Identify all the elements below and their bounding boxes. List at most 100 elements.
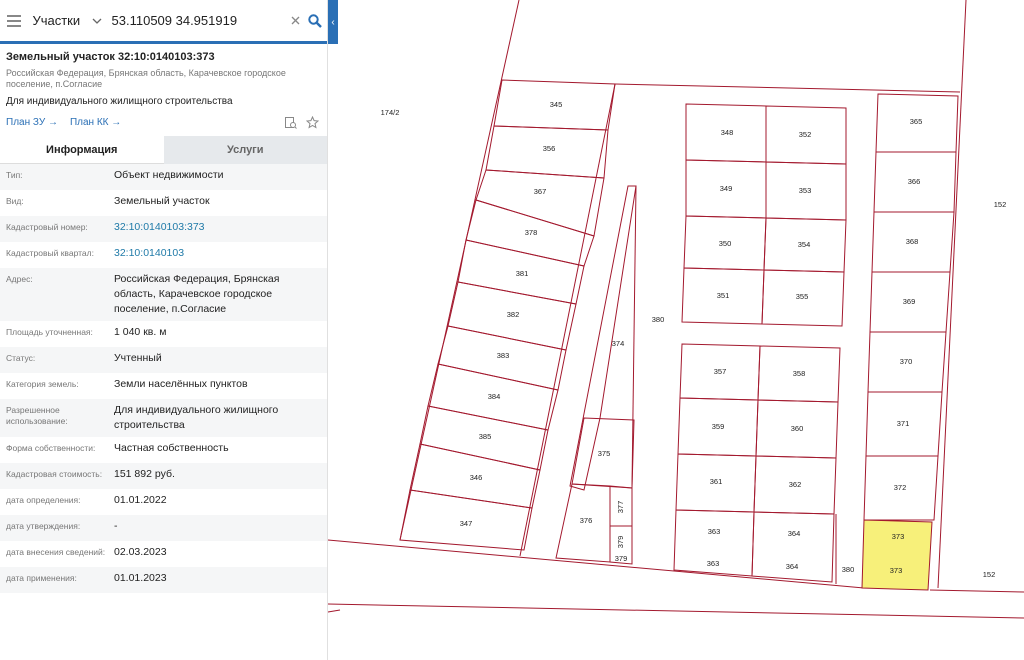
- attribute-label: Площадь уточненная:: [6, 327, 93, 337]
- attribute-label: Кадастровая стоимость:: [6, 469, 103, 479]
- plot-label: 368: [906, 237, 919, 246]
- attribute-label: Вид:: [6, 196, 24, 206]
- attribute-value: Объект недвижимости: [114, 169, 224, 181]
- road-edge: [929, 589, 1024, 593]
- attribute-label: дата применения:: [6, 573, 77, 583]
- plot-label: 359: [712, 422, 725, 431]
- search-input[interactable]: [103, 1, 288, 40]
- plot-label: 345: [550, 100, 563, 109]
- attribute-row: Форма собственности: Частная собственнос…: [0, 437, 327, 463]
- attribute-value: 01.01.2022: [114, 494, 167, 506]
- plan-zu-link[interactable]: План ЗУ →: [6, 117, 58, 128]
- plot-label: 356: [543, 144, 556, 153]
- boundary-line: [937, 0, 967, 589]
- plan-kk-link[interactable]: План КК →: [70, 117, 121, 128]
- attribute-row: дата определения: 01.01.2022: [0, 489, 327, 515]
- layer-select[interactable]: Участки: [28, 2, 90, 40]
- attribute-value: Для индивидуального жилищного строительс…: [114, 404, 279, 431]
- attribute-value: 01.01.2023: [114, 572, 167, 584]
- plot-373-selected: [861, 519, 933, 591]
- attribute-value: Российская Федерация, Брянская область, …: [114, 273, 280, 315]
- menu-icon[interactable]: [0, 2, 28, 40]
- plot-label: 350: [719, 239, 732, 248]
- attribute-label: Кадастровый номер:: [6, 222, 88, 232]
- attribute-row: дата утверждения: -: [0, 515, 327, 541]
- attribute-label: Категория земель:: [6, 379, 79, 389]
- plot-label: 380: [652, 315, 665, 324]
- attribute-row: Разрешенное использование: Для индивидуа…: [0, 399, 327, 437]
- attribute-label: дата определения:: [6, 495, 81, 505]
- plot-label: 363: [708, 527, 721, 536]
- plot-label: 385: [479, 432, 492, 441]
- print-icon[interactable]: [281, 114, 299, 130]
- attribute-value: Земельный участок: [114, 195, 210, 207]
- plot-label: 375: [598, 449, 611, 458]
- cadastral-quarter-link[interactable]: 32:10:0140103: [114, 246, 321, 261]
- attribute-label: Кадастровый квартал:: [6, 248, 94, 258]
- plot-label: 379: [616, 536, 625, 549]
- plot-label: 362: [789, 480, 802, 489]
- plot-label: 357: [714, 367, 727, 376]
- attribute-row: Адрес: Российская Федерация, Брянская об…: [0, 268, 327, 321]
- road-edge: [327, 539, 865, 589]
- plot-label: 384: [488, 392, 501, 401]
- attribute-row: Тип: Объект недвижимости: [0, 164, 327, 190]
- plot-label: 346: [470, 473, 483, 482]
- attribute-list: Тип: Объект недвижимости Вид: Земельный …: [0, 164, 327, 593]
- attribute-label: Форма собственности:: [6, 443, 96, 453]
- plot-label: 367: [534, 187, 547, 196]
- clear-icon[interactable]: [288, 2, 304, 40]
- plot-label: 352: [799, 130, 812, 139]
- road-edge: [327, 603, 1024, 619]
- plot-label: 378: [525, 228, 538, 237]
- attribute-row: Категория земель: Земли населённых пункт…: [0, 373, 327, 399]
- attribute-value: 02.03.2023: [114, 546, 167, 558]
- chevron-down-icon[interactable]: [91, 18, 104, 24]
- attribute-row: дата внесения сведений: 02.03.2023: [0, 541, 327, 567]
- plot-label: 374: [612, 339, 625, 348]
- attribute-label: Тип:: [6, 170, 23, 180]
- plot-label: 363: [707, 559, 720, 568]
- plot-label: 381: [516, 269, 529, 278]
- attribute-row: дата применения: 01.01.2023: [0, 567, 327, 593]
- plot-label: 379: [615, 554, 628, 563]
- parcel-purpose: Для индивидуального жилищного строительс…: [6, 96, 233, 107]
- attribute-label: Статус:: [6, 353, 36, 363]
- tab-services[interactable]: Услуги: [163, 136, 327, 164]
- plot-label: 369: [903, 297, 916, 306]
- plot-label: 383: [497, 351, 510, 360]
- tab-info[interactable]: Информация: [0, 136, 164, 164]
- plot-label: 364: [788, 529, 801, 538]
- plot-label: 351: [717, 291, 730, 300]
- star-icon[interactable]: [303, 114, 321, 130]
- attribute-row: Статус: Учтенный: [0, 347, 327, 373]
- attribute-value: Учтенный: [114, 352, 162, 364]
- plot-label: 355: [796, 292, 809, 301]
- plot-label: 377: [616, 501, 625, 514]
- attribute-value: Частная собственность: [114, 442, 229, 454]
- plot-label: 382: [507, 310, 520, 319]
- plot-label: 376: [580, 516, 593, 525]
- cadastral-number-link[interactable]: 32:10:0140103:373: [114, 220, 321, 235]
- boundary-line: [399, 0, 520, 541]
- plot-label: 354: [798, 240, 811, 249]
- attribute-row: Вид: Земельный участок: [0, 190, 327, 216]
- plot-label: 370: [900, 357, 913, 366]
- plot-label: 347: [460, 519, 473, 528]
- collapse-panel-button[interactable]: ‹: [328, 0, 338, 44]
- plot-label: 372: [894, 483, 907, 492]
- plot-label: 358: [793, 369, 806, 378]
- attribute-label: Разрешенное использование:: [6, 405, 68, 426]
- plot-label: 353: [799, 186, 812, 195]
- attribute-row: Кадастровая стоимость: 151 892 руб.: [0, 463, 327, 489]
- parcel-title: Земельный участок 32:10:0140103:373: [6, 51, 215, 63]
- search-icon[interactable]: [303, 2, 327, 40]
- plot-label: 348: [721, 128, 734, 137]
- attribute-value: 151 892 руб.: [114, 468, 175, 480]
- plot-label: 361: [710, 477, 723, 486]
- plot-label: 365: [910, 117, 923, 126]
- chevron-left-icon: ‹: [331, 16, 335, 28]
- attribute-row: Площадь уточненная: 1 040 кв. м: [0, 321, 327, 347]
- search-bar: Участки: [0, 0, 327, 44]
- road-edge: [327, 609, 341, 613]
